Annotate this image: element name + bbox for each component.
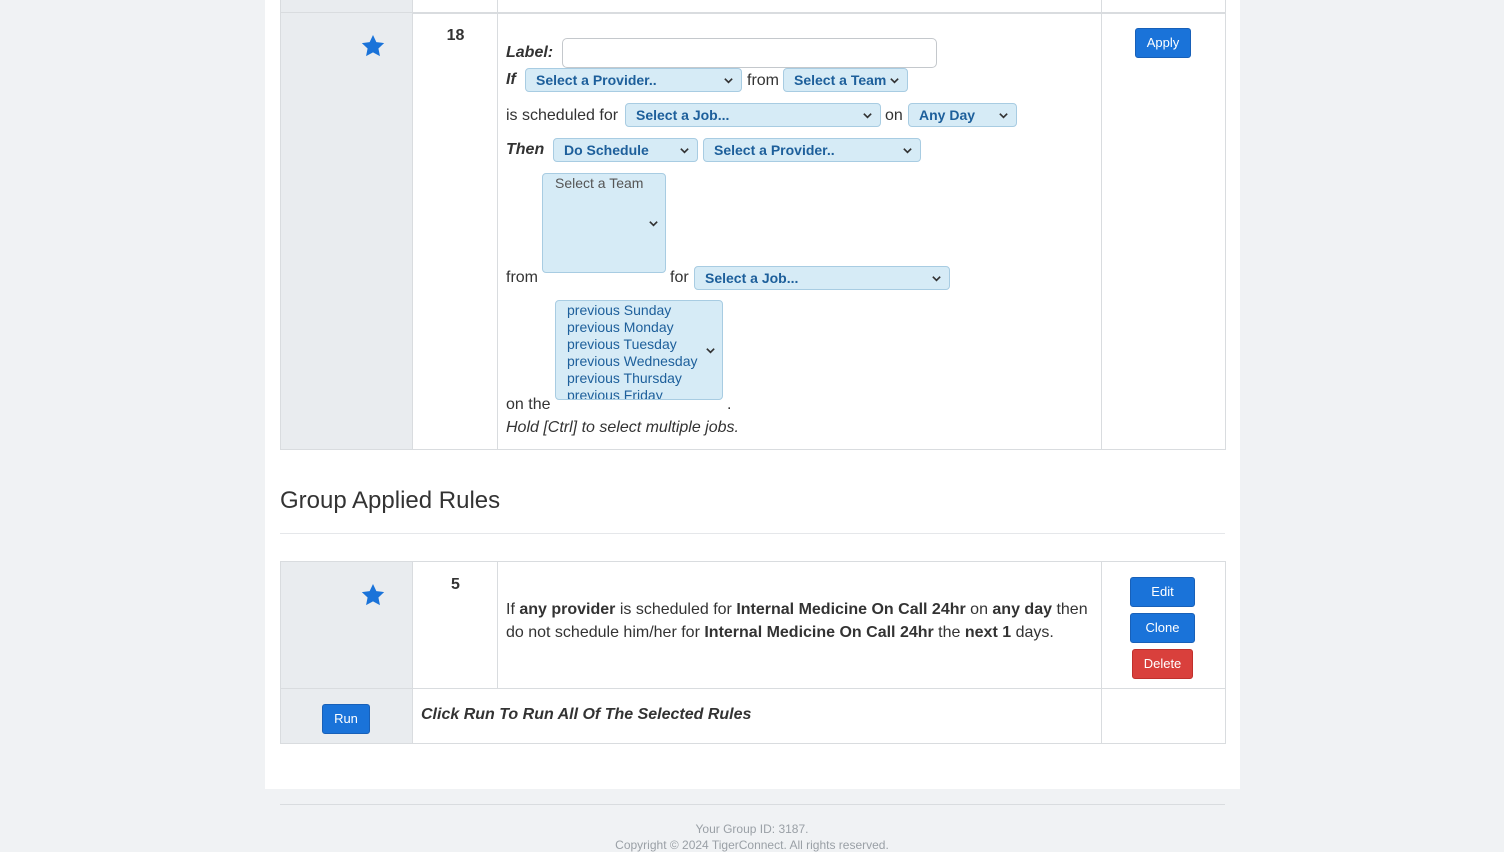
rule-job: Internal Medicine On Call 24hr [704, 624, 934, 641]
then-caption: Then [506, 141, 545, 158]
then-job-value: Select a Job... [705, 270, 799, 286]
run-instructions: Click Run To Run All Of The Selected Rul… [421, 706, 752, 723]
rule-text: on [965, 601, 993, 618]
day-multiselect[interactable]: previous Sunday previous Monday previous… [555, 300, 723, 400]
rule-star-cell [280, 12, 413, 450]
run-button[interactable]: Run [322, 704, 370, 734]
rule-period: next 1 [964, 624, 1012, 641]
rule-text: do not schedule him/her for [506, 624, 705, 641]
on-the-caption: on the [506, 396, 551, 413]
day-option[interactable]: previous Tuesday [556, 336, 722, 353]
group-id: Your Group ID: 3187. [695, 822, 809, 836]
chevron-down-icon [999, 113, 1008, 119]
rule-number: 18 [446, 27, 465, 44]
clone-button[interactable]: Clone [1130, 613, 1195, 643]
chevron-down-icon [724, 78, 733, 84]
chevron-down-icon [706, 348, 715, 354]
rule-number: 5 [451, 576, 460, 593]
day-option[interactable]: previous Thursday [556, 370, 722, 387]
section-title: Group Applied Rules [280, 487, 501, 514]
if-caption: If [506, 71, 516, 88]
if-provider-value: Select a Provider.. [536, 72, 657, 88]
rule-description-line1: If any provider is scheduled for Interna… [506, 601, 1088, 619]
section-divider [280, 533, 1225, 534]
then-provider-select[interactable]: Select a Provider.. [703, 138, 921, 162]
rule-provider: any provider [519, 601, 616, 618]
rule-label-input[interactable] [562, 38, 937, 68]
rule-text: then [1052, 601, 1088, 618]
delete-button[interactable]: Delete [1132, 649, 1193, 679]
on-caption: on [885, 107, 903, 124]
chevron-down-icon [903, 148, 912, 154]
rule-text: is scheduled for [615, 601, 737, 618]
rule-text: days. [1011, 624, 1054, 641]
copyright: Copyright © 2024 TigerConnect. All right… [615, 838, 889, 852]
then-team-placeholder: Select a Team [555, 175, 644, 191]
day-option[interactable]: previous Sunday [556, 302, 722, 319]
then-action-value: Do Schedule [564, 142, 649, 158]
then-team-multiselect[interactable]: Select a Team [542, 173, 666, 273]
chevron-down-icon [680, 148, 689, 154]
rule-number-cell [412, 12, 498, 450]
then-job-select[interactable]: Select a Job... [694, 266, 950, 290]
rule-day: any day [992, 601, 1052, 618]
chevron-down-icon [863, 113, 872, 119]
if-job-value: Select a Job... [636, 107, 730, 123]
scheduled-for-caption: is scheduled for [506, 107, 619, 124]
star-icon[interactable] [360, 582, 386, 608]
then-provider-value: Select a Provider.. [714, 142, 835, 158]
multi-select-hint: Hold [Ctrl] to select multiple jobs. [506, 419, 739, 436]
chevron-down-icon [932, 276, 941, 282]
for-caption: for [670, 269, 689, 286]
from-caption-2: from [506, 269, 538, 286]
rule-description-line2: do not schedule him/her for Internal Med… [506, 624, 1054, 642]
day-option[interactable]: previous Monday [556, 319, 722, 336]
chevron-down-icon [649, 221, 658, 227]
from-caption: from [747, 72, 779, 89]
if-team-select[interactable]: Select a Team [783, 68, 908, 92]
then-action-select[interactable]: Do Schedule [553, 138, 698, 162]
rule-text: the [933, 624, 965, 641]
if-day-value: Any Day [919, 107, 976, 123]
edit-button[interactable]: Edit [1130, 577, 1195, 607]
day-option[interactable]: previous Friday [556, 387, 722, 399]
if-job-select[interactable]: Select a Job... [625, 103, 881, 127]
rule-actions-cell [1101, 12, 1226, 450]
if-day-select[interactable]: Any Day [908, 103, 1017, 127]
period-text: . [727, 396, 732, 413]
apply-button[interactable]: Apply [1135, 28, 1191, 58]
star-icon[interactable] [360, 33, 386, 59]
rule-text: If [506, 601, 520, 618]
label-caption: Label: [506, 44, 554, 61]
rule-job: Internal Medicine On Call 24hr [736, 601, 966, 618]
chevron-down-icon [890, 78, 899, 84]
footer-divider [280, 804, 1225, 805]
day-option[interactable]: previous Wednesday [556, 353, 722, 370]
if-provider-select[interactable]: Select a Provider.. [525, 68, 742, 92]
if-team-value: Select a Team [794, 72, 887, 88]
